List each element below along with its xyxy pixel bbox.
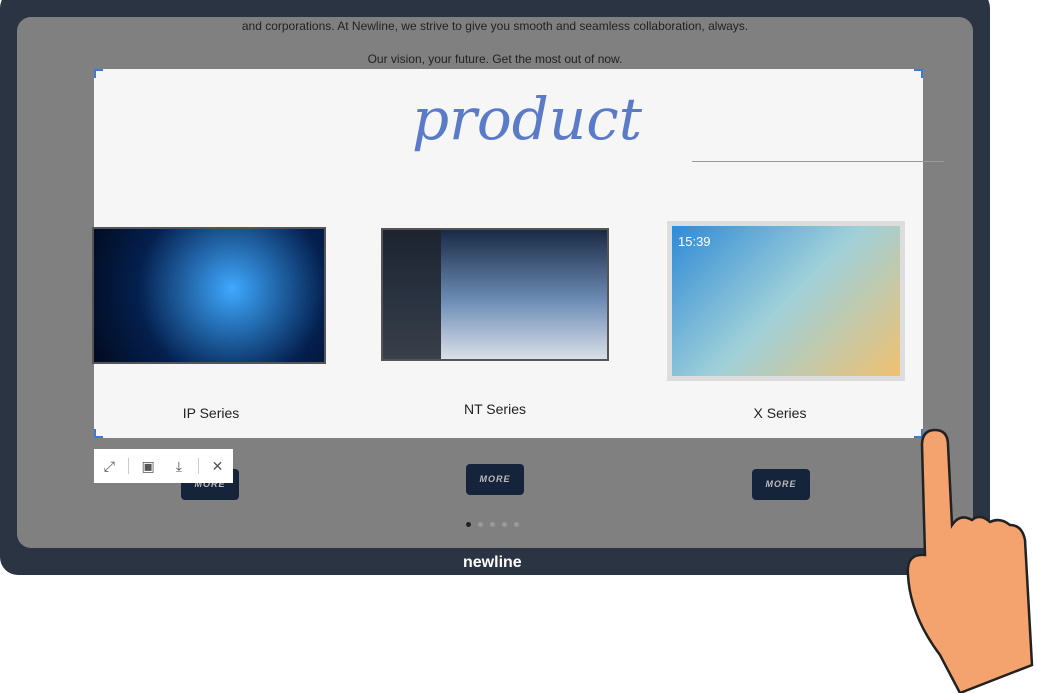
divider [128, 458, 130, 474]
pointing-hand-icon [906, 428, 1034, 693]
x-series-image: 15:39 [667, 221, 905, 381]
download-icon[interactable]: ⤓ [167, 458, 191, 475]
product-name: IP Series [182, 405, 240, 421]
corner-handle[interactable] [94, 69, 103, 78]
intro-text: and corporations. At Newline, we strive … [241, 19, 749, 33]
product-name: X Series [753, 405, 807, 421]
expand-icon[interactable]: ⤢ [97, 458, 121, 475]
carousel-dot[interactable] [514, 522, 519, 527]
divider-line [692, 161, 944, 162]
vision-text: Our vision, your future. Get the most ou… [367, 52, 623, 66]
nt-series-image [381, 228, 609, 361]
carousel-dot[interactable] [490, 522, 495, 527]
corner-handle[interactable] [94, 429, 103, 438]
ip-series-image [92, 227, 326, 364]
handwriting: product [412, 85, 643, 153]
more-button[interactable]: MORE [752, 469, 810, 500]
divider [197, 458, 199, 474]
carousel-dot[interactable] [478, 522, 483, 527]
capture-toolbar: ⤢ ▣ ⤓ ✕ [94, 449, 233, 483]
carousel-dots [466, 522, 519, 527]
brand-logo: newline [463, 554, 522, 571]
screen-share-icon[interactable]: ▣ [136, 458, 160, 475]
carousel-dot[interactable] [466, 522, 471, 527]
product-name: NT Series [464, 401, 526, 417]
screenshot-selection[interactable]: product 15:39 IP Series NT Series X Seri… [92, 69, 944, 438]
close-icon[interactable]: ✕ [206, 458, 230, 475]
carousel-dot[interactable] [502, 522, 507, 527]
more-button[interactable]: MORE [466, 464, 524, 495]
corner-handle[interactable] [914, 69, 923, 78]
clock-text: 15:39 [678, 234, 711, 249]
